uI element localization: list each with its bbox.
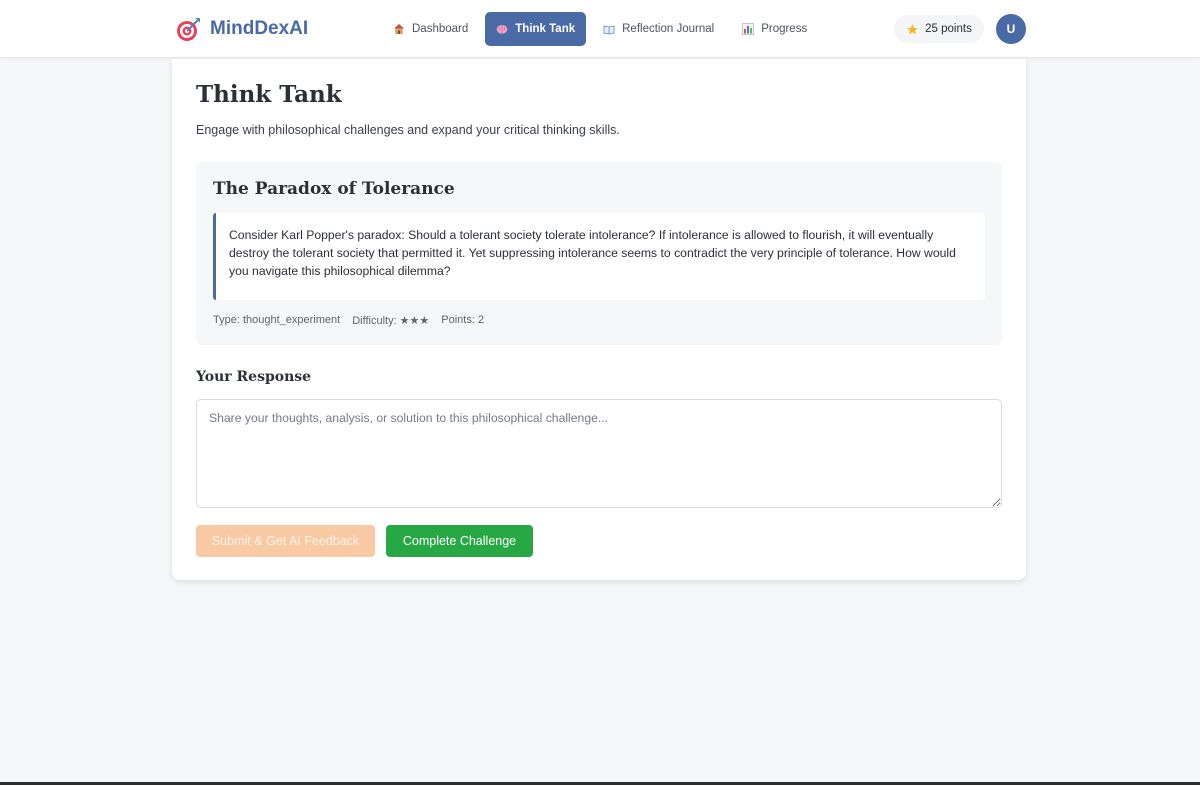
response-heading: Your Response bbox=[196, 369, 312, 385]
challenge-difficulty: Difficulty: ★★★ bbox=[352, 315, 430, 327]
book-icon bbox=[603, 23, 615, 35]
brain-icon bbox=[496, 23, 508, 35]
page-title: Think Tank bbox=[196, 81, 342, 108]
nav-item-label: Reflection Journal bbox=[622, 23, 715, 35]
nav-item-label: Dashboard bbox=[412, 23, 469, 35]
top-navigation-bar: MindDexAI Dashboard Think Tank Reflectio… bbox=[0, 0, 1200, 58]
star-icon bbox=[906, 23, 919, 36]
points-label: 25 points bbox=[925, 23, 972, 35]
brand-name: MindDexAI bbox=[210, 18, 309, 39]
user-avatar[interactable]: U bbox=[996, 14, 1026, 44]
page-subtitle: Engage with philosophical challenges and… bbox=[196, 123, 620, 137]
challenge-points: Points: 2 bbox=[441, 314, 485, 326]
challenge-panel: The Paradox of Tolerance Consider Karl P… bbox=[196, 162, 1002, 345]
nav-item-reflection-journal[interactable]: Reflection Journal bbox=[592, 12, 725, 46]
nav-item-dashboard[interactable]: Dashboard bbox=[382, 12, 479, 46]
submit-feedback-button[interactable]: Submit & Get AI Feedback bbox=[196, 525, 375, 557]
nav-item-label: Progress bbox=[761, 23, 808, 35]
response-textarea[interactable] bbox=[196, 399, 1002, 508]
nav-item-think-tank[interactable]: Think Tank bbox=[485, 12, 587, 46]
main-nav: Dashboard Think Tank Reflection Journal bbox=[382, 12, 818, 46]
bar-chart-icon bbox=[742, 23, 754, 35]
target-dart-icon bbox=[175, 16, 202, 43]
points-badge: 25 points bbox=[894, 15, 984, 43]
challenge-meta: Type: thought_experiment Difficulty: ★★★… bbox=[213, 314, 484, 327]
nav-item-label: Think Tank bbox=[515, 23, 576, 35]
nav-item-progress[interactable]: Progress bbox=[731, 12, 818, 46]
challenge-type: Type: thought_experiment bbox=[213, 314, 341, 326]
challenge-prompt: Consider Karl Popper's paradox: Should a… bbox=[213, 213, 985, 300]
house-icon bbox=[393, 23, 405, 35]
challenge-title: The Paradox of Tolerance bbox=[213, 179, 455, 199]
think-tank-card: Think Tank Engage with philosophical cha… bbox=[172, 59, 1026, 580]
complete-challenge-button[interactable]: Complete Challenge bbox=[386, 525, 533, 557]
brand-logo[interactable]: MindDexAI bbox=[175, 14, 308, 44]
